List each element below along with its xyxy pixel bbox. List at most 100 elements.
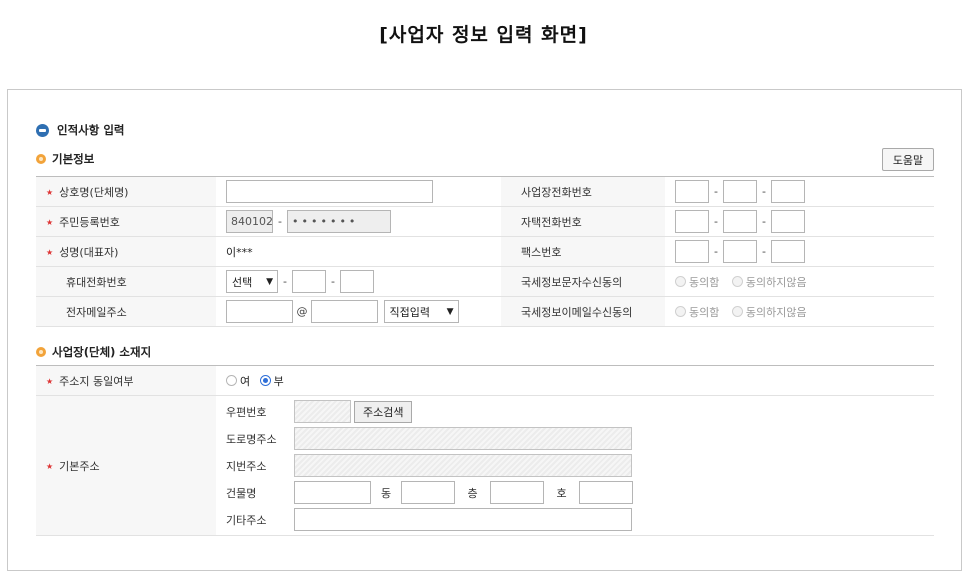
same-address-label: 주소지 동일여부 [36, 365, 216, 396]
table-row: 상호명(단체명) 사업장전화번호 -- [36, 176, 934, 207]
sms-agree-label: 동의함 [689, 275, 720, 289]
table-row: 성명(대표자) 이*** 팩스번호 -- [36, 236, 934, 267]
fax-cell: -- [665, 236, 934, 267]
table-row: 기본주소 우편번호 주소검색 도로명주소 지번주소 건물명 동 층 [36, 395, 934, 536]
email-consent-cell: 동의함 동의하지않음 [665, 296, 934, 327]
same-address-cell: 여 부 [216, 365, 934, 396]
other-address-input[interactable] [294, 508, 632, 531]
mobile-label: 휴대전화번호 [36, 266, 216, 297]
home-phone-part1-input[interactable] [675, 210, 709, 233]
road-address-label: 도로명주소 [226, 432, 277, 446]
subsection-location-title: 사업장(단체) 소재지 [36, 344, 151, 360]
biz-phone-cell: -- [665, 176, 934, 207]
postal-label: 우편번호 [226, 405, 267, 419]
lot-address-row: 지번주소 [226, 452, 924, 479]
base-address-cell: 우편번호 주소검색 도로명주소 지번주소 건물명 동 층 호 기타주소 [216, 395, 934, 536]
email-disagree-label: 동의하지않음 [745, 305, 807, 319]
chevron-down-icon: ▼ [266, 276, 273, 287]
email-label: 전자메일주소 [36, 296, 216, 327]
dash-separator: - [714, 215, 718, 228]
mobile-part2-input[interactable] [292, 270, 326, 293]
road-address-row: 도로명주소 [226, 425, 924, 452]
dong-input[interactable] [401, 481, 455, 504]
dash-separator: - [331, 275, 335, 288]
other-address-row: 기타주소 [226, 506, 924, 533]
resident-no-label: 주민등록번호 [36, 206, 216, 237]
dong-label: 동 [380, 486, 392, 500]
email-domain-input[interactable] [311, 300, 378, 323]
table-row: 전자메일주소 @ 직접입력 ▼ 국세정보이메일수신동의 동의함 동의하지않음 [36, 296, 934, 327]
email-id-input[interactable] [226, 300, 293, 323]
email-domain-select[interactable]: 직접입력 ▼ [383, 300, 459, 323]
sms-consent-cell: 동의함 동의하지않음 [665, 266, 934, 297]
help-button[interactable]: 도움말 [882, 148, 934, 171]
representative-value: 이*** [216, 236, 501, 267]
sms-agree-radio [675, 276, 686, 287]
section-personal-info-title: 인적사항 입력 [36, 122, 124, 138]
biz-phone-part3-input[interactable] [771, 180, 805, 203]
company-name-input[interactable] [226, 180, 433, 203]
floor-label: 층 [467, 486, 478, 500]
resident-no-front-input: 840102 [226, 210, 273, 233]
building-row: 건물명 동 층 호 [226, 479, 924, 506]
sms-consent-label: 국세정보문자수신동의 [501, 266, 665, 297]
fax-part1-input[interactable] [675, 240, 709, 263]
email-domain-select-value: 직접입력 [389, 305, 430, 319]
mobile-cell: 선택 ▼ - - [216, 266, 501, 297]
email-disagree-radio [731, 306, 743, 317]
email-consent-label: 국세정보이메일수신동의 [501, 296, 665, 327]
same-address-yes-radio[interactable] [226, 375, 237, 386]
mobile-part3-input[interactable] [340, 270, 374, 293]
company-name-cell [216, 176, 501, 207]
postal-code-input [294, 400, 351, 423]
subsection-bullet-icon [36, 154, 46, 164]
page-title: [사업자 정보 입력 화면] [379, 24, 588, 46]
same-address-no-radio[interactable] [259, 375, 271, 386]
same-address-no-label: 부 [273, 374, 284, 388]
dash-separator: - [278, 215, 282, 228]
resident-no-cell: 840102- ••••••• [216, 206, 501, 237]
representative-label: 성명(대표자) [36, 236, 216, 267]
subsection-basic-label: 기본정보 [52, 152, 95, 166]
table-row: 휴대전화번호 선택 ▼ - - 국세정보문자수신동의 동의함 동의하지않음 [36, 266, 934, 297]
location-table: 주소지 동일여부 여 부 기본주소 우편번호 주소검색 도로명주소 지번주소 건… [36, 365, 934, 536]
floor-input[interactable] [490, 481, 544, 504]
dash-separator: - [714, 185, 718, 198]
biz-phone-part2-input[interactable] [723, 180, 757, 203]
fax-part2-input[interactable] [723, 240, 757, 263]
section-bullet-icon [36, 123, 49, 137]
email-cell: @ 직접입력 ▼ [216, 296, 501, 327]
postal-row: 우편번호 주소검색 [226, 398, 924, 425]
home-phone-cell: -- [665, 206, 934, 237]
road-address-input [294, 427, 632, 450]
address-search-button[interactable]: 주소검색 [354, 400, 413, 423]
email-agree-radio [675, 306, 686, 317]
dash-separator: - [714, 245, 718, 258]
resident-no-back-input: ••••••• [287, 210, 391, 233]
basic-info-table: 상호명(단체명) 사업장전화번호 -- 주민등록번호 840102-••••••… [36, 176, 934, 327]
fax-label: 팩스번호 [501, 236, 665, 267]
lot-address-input [294, 454, 632, 477]
company-name-label: 상호명(단체명) [36, 176, 216, 207]
biz-phone-part1-input[interactable] [675, 180, 709, 203]
fax-part3-input[interactable] [771, 240, 805, 263]
lot-address-label: 지번주소 [226, 459, 267, 473]
email-at-sign: @ [296, 305, 308, 318]
same-address-yes-label: 여 [240, 374, 251, 388]
mobile-prefix-value: 선택 [232, 275, 253, 289]
home-phone-part2-input[interactable] [723, 210, 757, 233]
ho-label: 호 [556, 486, 567, 500]
base-address-label: 기본주소 [36, 395, 216, 536]
section-personal-info-label: 인적사항 입력 [57, 123, 125, 137]
biz-phone-label: 사업장전화번호 [501, 176, 665, 207]
table-row: 주민등록번호 840102-••••••• 자택전화번호 -- [36, 206, 934, 237]
building-name-input[interactable] [294, 481, 371, 504]
ho-input[interactable] [579, 481, 633, 504]
dash-separator: - [283, 275, 287, 288]
mobile-prefix-select[interactable]: 선택 ▼ [226, 270, 278, 293]
email-agree-label: 동의함 [689, 305, 720, 319]
home-phone-label: 자택전화번호 [501, 206, 665, 237]
subsection-bullet-icon [36, 347, 46, 357]
home-phone-part3-input[interactable] [771, 210, 805, 233]
subsection-basic-title: 기본정보 [36, 151, 94, 167]
